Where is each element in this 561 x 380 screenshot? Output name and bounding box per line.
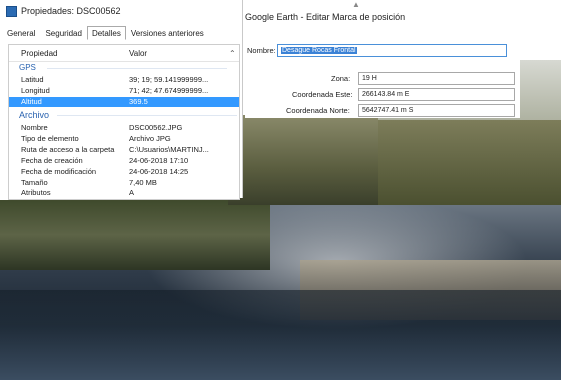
row-value: 369.5 (129, 97, 148, 106)
photo-brush (228, 115, 378, 205)
row-key: Atributos (21, 188, 51, 197)
details-panel[interactable]: Propiedad Valor ⌃ GPS Latitud 39; 19; 59… (8, 44, 240, 200)
table-row[interactable]: Tamaño 7,40 MB (9, 178, 239, 188)
row-value: 7,40 MB (129, 178, 157, 187)
group-divider (47, 68, 227, 69)
row-value: C:\Usuarios\MARTINJ... (129, 145, 209, 154)
name-field-value: Desague Rocas Frontal (281, 47, 357, 54)
row-value: 71; 42; 47.674999999... (129, 86, 209, 95)
tab-general[interactable]: General (2, 26, 40, 40)
properties-title: Propiedades: DSC00562 (21, 6, 121, 16)
table-row-selected[interactable]: Altitud 369.5 (9, 97, 239, 107)
photo-hills-mid (370, 120, 561, 205)
details-column-header: Propiedad Valor ⌃ (9, 45, 239, 62)
row-value: A (129, 188, 135, 197)
northing-label: Coordenada Norte: (286, 106, 350, 115)
zone-label: Zona: (331, 74, 351, 83)
file-icon (6, 5, 17, 17)
table-row[interactable]: Atributos A (9, 188, 239, 197)
table-row[interactable]: Latitud 39; 19; 59.141999999... (9, 75, 239, 85)
column-property[interactable]: Propiedad (21, 49, 57, 58)
photo-vegetation (0, 200, 270, 270)
group-divider (57, 115, 237, 116)
row-key: Nombre (21, 123, 48, 132)
table-row[interactable]: Fecha de creación 24-06-2018 17:10 (9, 156, 239, 166)
row-value: 24-06-2018 14:25 (129, 167, 189, 176)
tab-detalles[interactable]: Detalles (86, 26, 126, 40)
row-key: Tamaño (21, 178, 48, 187)
row-key: Fecha de modificación (21, 167, 97, 176)
window-drag-mark: ▲ (352, 0, 360, 9)
row-key: Longitud (21, 86, 50, 95)
table-row[interactable]: Longitud 71; 42; 47.674999999... (9, 86, 239, 96)
row-key: Altitud (21, 97, 42, 106)
name-field[interactable]: Desague Rocas Frontal (277, 44, 507, 57)
easting-label: Coordenada Este: (292, 90, 353, 99)
properties-window: Propiedades: DSC00562 General Seguridad … (0, 0, 243, 200)
group-archivo: Archivo (19, 110, 237, 120)
tab-versiones-anteriores[interactable]: Versiones anteriores (126, 26, 209, 40)
table-row[interactable]: Fecha de modificación 24-06-2018 14:25 (9, 167, 239, 177)
row-key: Tipo de elemento (21, 134, 79, 143)
table-row[interactable]: Ruta de acceso a la carpeta C:\Usuarios\… (9, 145, 239, 155)
group-gps: GPS (19, 63, 227, 72)
group-gps-label: GPS (19, 63, 36, 72)
row-key: Latitud (21, 75, 44, 84)
properties-title-bar: Propiedades: DSC00562 (6, 4, 121, 18)
photo-water-reflection (0, 290, 561, 380)
row-value: DSC00562.JPG (129, 123, 183, 132)
column-value[interactable]: Valor (129, 49, 147, 58)
easting-field[interactable]: 266143.84 m E (358, 88, 515, 101)
zone-field[interactable]: 19 H (358, 72, 515, 85)
properties-tabs: General Seguridad Detalles Versiones ant… (2, 26, 209, 40)
google-earth-title: Google Earth - Editar Marca de posición (245, 12, 406, 22)
scroll-up-icon[interactable]: ⌃ (229, 49, 236, 58)
row-value: 24-06-2018 17:10 (129, 156, 189, 165)
row-key: Fecha de creación (21, 156, 83, 165)
table-row[interactable]: Tipo de elemento Archivo JPG (9, 134, 239, 144)
northing-field[interactable]: 5642747.41 m S (358, 104, 515, 117)
row-key: Ruta de acceso a la carpeta (21, 145, 115, 154)
row-value: 39; 19; 59.141999999... (129, 75, 209, 84)
group-archivo-label: Archivo (19, 110, 50, 120)
name-label: Nombre: (247, 46, 276, 55)
placemark-form: Nombre: Desague Rocas Frontal Zona: 19 H… (245, 38, 520, 118)
table-row[interactable]: Nombre DSC00562.JPG (9, 123, 239, 133)
row-value: Archivo JPG (129, 134, 171, 143)
background-photo (0, 200, 561, 380)
tab-seguridad[interactable]: Seguridad (40, 26, 86, 40)
